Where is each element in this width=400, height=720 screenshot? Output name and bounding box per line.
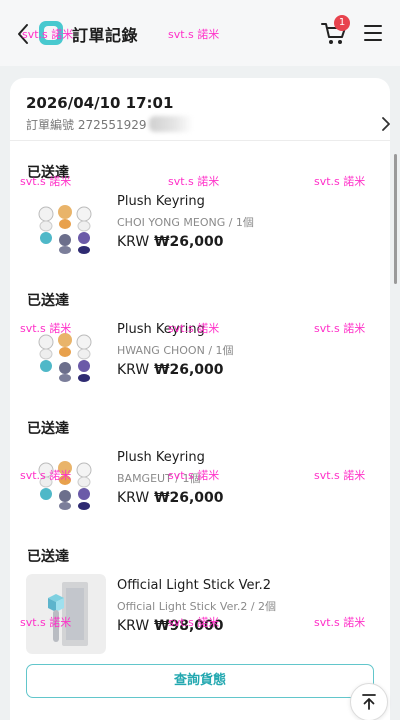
light-stick-thumbnail (26, 574, 106, 654)
app-logo[interactable] (39, 21, 63, 45)
order-item[interactable]: Plush Keyring BAMGEUT / 1個 KRW ₩26,000 (26, 446, 376, 526)
plush-keyring-thumbnail (26, 318, 106, 398)
item-name: Plush Keyring (117, 194, 205, 209)
order-header[interactable]: 2026/04/10 17:01 訂單編號 272551929 (26, 94, 390, 134)
item-price: KRW ₩26,000 (117, 490, 224, 506)
item-option: Official Light Stick Ver.2 / 2個 (117, 600, 277, 613)
cart-count-badge: 1 (334, 15, 350, 31)
plush-keyring-thumbnail (26, 446, 106, 526)
item-option: HWANG CHOON / 1個 (117, 344, 234, 357)
item-price: KRW ₩26,000 (117, 362, 224, 378)
item-option: CHOI YONG MEONG / 1個 (117, 216, 254, 229)
order-date: 2026/04/10 17:01 (26, 94, 174, 112)
item-name: Official Light Stick Ver.2 (117, 578, 272, 593)
page-title: 訂單記錄 (72, 26, 139, 45)
chevron-right-icon (382, 117, 390, 131)
app-header: 訂單記錄 1 (0, 0, 400, 66)
delivery-status: 已送達 (27, 165, 69, 181)
divider (10, 140, 390, 141)
order-item[interactable]: Plush Keyring HWANG CHOON / 1個 KRW ₩26,0… (26, 318, 376, 398)
delivery-status: 已送達 (27, 549, 69, 565)
item-name: Plush Keyring (117, 322, 205, 337)
order-card: 2026/04/10 17:01 訂單編號 272551929 已送達 Plus… (10, 78, 390, 720)
hamburger-menu-icon[interactable] (362, 22, 384, 44)
track-shipment-button[interactable]: 查詢貨態 (26, 664, 374, 698)
item-option: BAMGEUT / 1個 (117, 472, 201, 485)
chevron-left-icon[interactable] (12, 20, 36, 48)
item-name: Plush Keyring (117, 450, 205, 465)
delivery-status: 已送達 (27, 293, 69, 309)
item-price: KRW ₩26,000 (117, 234, 224, 250)
item-price: KRW ₩98,000 (117, 618, 224, 634)
order-item[interactable]: Official Light Stick Ver.2 Official Ligh… (26, 574, 376, 654)
delivery-status: 已送達 (27, 421, 69, 437)
order-number: 訂單編號 272551929 (26, 116, 193, 133)
scrollbar[interactable] (394, 154, 397, 284)
plush-keyring-thumbnail (26, 190, 106, 270)
arrow-up-to-top-icon[interactable] (350, 683, 388, 720)
order-item[interactable]: Plush Keyring CHOI YONG MEONG / 1個 KRW ₩… (26, 190, 376, 270)
